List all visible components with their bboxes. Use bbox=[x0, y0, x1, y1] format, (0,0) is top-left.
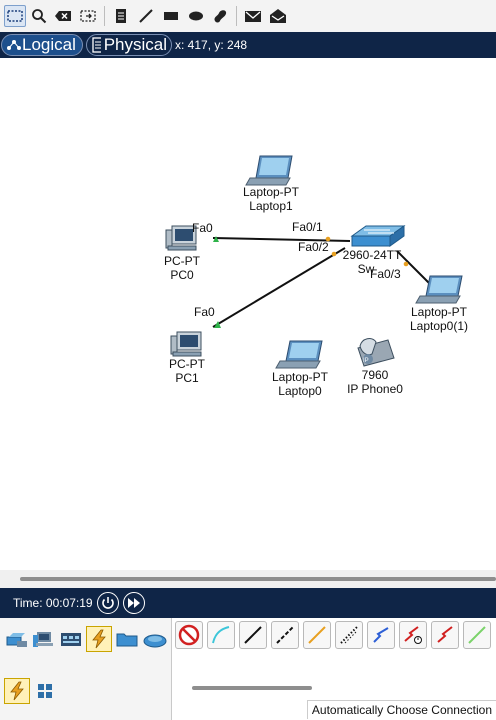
port-label-sw-fa02: Fa0/2 bbox=[298, 240, 329, 254]
connection-octal[interactable] bbox=[463, 621, 491, 649]
port-label-sw-fa03: Fa0/3 bbox=[370, 267, 401, 281]
lightning-sub-icon bbox=[10, 681, 24, 701]
fast-forward-button[interactable] bbox=[123, 592, 145, 614]
connection-panel-scroll-thumb[interactable] bbox=[192, 686, 312, 690]
components-category[interactable] bbox=[58, 626, 84, 652]
copper-cross-icon bbox=[276, 626, 294, 644]
fiber-cable-icon bbox=[308, 626, 326, 644]
switch-icon[interactable] bbox=[350, 225, 406, 247]
structured-cabling-subcategory[interactable] bbox=[32, 678, 58, 704]
connections-subcategory[interactable] bbox=[4, 678, 30, 704]
delete-icon[interactable] bbox=[52, 5, 74, 27]
tab-physical[interactable]: Physical bbox=[86, 34, 172, 56]
workspace-hscrollbar[interactable] bbox=[0, 570, 496, 588]
hscroll-thumb[interactable] bbox=[20, 577, 496, 581]
end-devices-icon bbox=[33, 632, 53, 647]
rectangle-icon[interactable] bbox=[160, 5, 182, 27]
node-laptop0-label: Laptop-PT Laptop0 bbox=[271, 370, 329, 398]
power-cycle-button[interactable] bbox=[97, 592, 119, 614]
connection-status-text: Automatically Choose Connection bbox=[306, 700, 496, 719]
physical-view-icon bbox=[92, 37, 101, 53]
serial-dte-icon bbox=[437, 626, 453, 643]
device-panel: Automatically Choose Connection bbox=[0, 618, 496, 720]
power-cycle-icon bbox=[102, 597, 114, 609]
main-toolbar bbox=[0, 0, 496, 33]
grid-icon bbox=[38, 684, 52, 698]
resize-icon[interactable] bbox=[77, 5, 99, 27]
connection-coaxial[interactable] bbox=[367, 621, 395, 649]
folder-icon bbox=[116, 633, 138, 647]
multiuser-cloud-icon bbox=[143, 634, 167, 648]
node-laptop1-label: Laptop-PT Laptop1 bbox=[242, 185, 300, 213]
view-bar: Logical Physical x: 417, y: 248 bbox=[0, 32, 496, 58]
link-light-fa03 bbox=[403, 261, 409, 267]
serial-dce-icon bbox=[404, 626, 422, 644]
network-devices-icon bbox=[6, 633, 27, 647]
connections-category[interactable] bbox=[86, 626, 112, 652]
no-entry-icon bbox=[178, 624, 200, 646]
network-devices-category[interactable] bbox=[4, 626, 30, 652]
logical-view-icon bbox=[7, 40, 21, 50]
multiuser-category[interactable] bbox=[142, 626, 168, 652]
end-devices-category[interactable] bbox=[30, 626, 56, 652]
connection-console[interactable] bbox=[207, 621, 235, 649]
phone-cable-icon bbox=[340, 626, 358, 644]
port-label-sw-fa01: Fa0/1 bbox=[292, 220, 323, 234]
connection-copper-straight[interactable] bbox=[239, 621, 267, 649]
port-label-pc0-fa0: Fa0 bbox=[192, 221, 213, 235]
link-switch-laptop[interactable] bbox=[396, 250, 434, 288]
simulation-time: Time: 00:07:19 bbox=[13, 596, 93, 610]
ellipse-icon[interactable] bbox=[185, 5, 207, 27]
miscellaneous-category[interactable] bbox=[114, 626, 140, 652]
components-icon bbox=[61, 633, 81, 646]
console-cable-icon bbox=[212, 626, 230, 644]
time-bar: Time: 00:07:19 bbox=[0, 588, 496, 618]
freeform-icon[interactable] bbox=[209, 5, 231, 27]
fast-forward-icon bbox=[128, 598, 140, 608]
zoom-icon[interactable] bbox=[28, 5, 50, 27]
connection-copper-cross[interactable] bbox=[271, 621, 299, 649]
laptop1-icon[interactable] bbox=[245, 155, 293, 186]
complex-pdu-icon[interactable] bbox=[267, 5, 289, 27]
cursor-coordinates: x: 417, y: 248 bbox=[175, 38, 248, 52]
node-pc0-label: PC-PT PC0 bbox=[164, 254, 200, 282]
svg-text:IP: IP bbox=[363, 358, 369, 364]
device-category-panel bbox=[0, 618, 172, 720]
connection-fiber[interactable] bbox=[303, 621, 331, 649]
copper-straight-icon bbox=[244, 626, 262, 644]
octal-cable-icon bbox=[468, 626, 486, 644]
connection-phone[interactable] bbox=[335, 621, 363, 649]
logical-workspace[interactable]: IP Laptop-PT Laptop1 PC-PT PC0 2960-24TT… bbox=[0, 58, 496, 570]
coaxial-cable-icon bbox=[373, 627, 389, 643]
link-pc1-switch[interactable] bbox=[212, 247, 346, 328]
note-icon[interactable] bbox=[110, 5, 132, 27]
tab-logical[interactable]: Logical bbox=[1, 34, 83, 56]
link-light-fa02 bbox=[331, 251, 337, 257]
tab-physical-label: Physical bbox=[103, 35, 167, 54]
pc1-icon[interactable] bbox=[170, 331, 202, 357]
select-icon[interactable] bbox=[4, 5, 26, 27]
node-pc1-label: PC-PT PC1 bbox=[169, 357, 205, 385]
laptop0-icon[interactable] bbox=[275, 340, 323, 369]
connection-serial-dce[interactable] bbox=[399, 621, 427, 649]
lightning-icon bbox=[92, 629, 106, 649]
tab-logical-label: Logical bbox=[22, 35, 76, 54]
node-ipphone0-label: 7960 IP Phone0 bbox=[347, 368, 403, 396]
ip-phone-icon[interactable]: IP bbox=[357, 338, 395, 367]
connection-serial-dte[interactable] bbox=[431, 621, 459, 649]
connection-types-panel: Automatically Choose Connection bbox=[172, 618, 496, 720]
connection-none[interactable] bbox=[175, 621, 203, 649]
laptop0-1-icon[interactable] bbox=[415, 275, 463, 304]
draw-line-icon[interactable] bbox=[135, 5, 157, 27]
node-laptop0-1-label: Laptop-PT Laptop0(1) bbox=[409, 305, 469, 333]
simple-pdu-icon[interactable] bbox=[242, 5, 264, 27]
port-label-pc1-fa0: Fa0 bbox=[194, 305, 215, 319]
